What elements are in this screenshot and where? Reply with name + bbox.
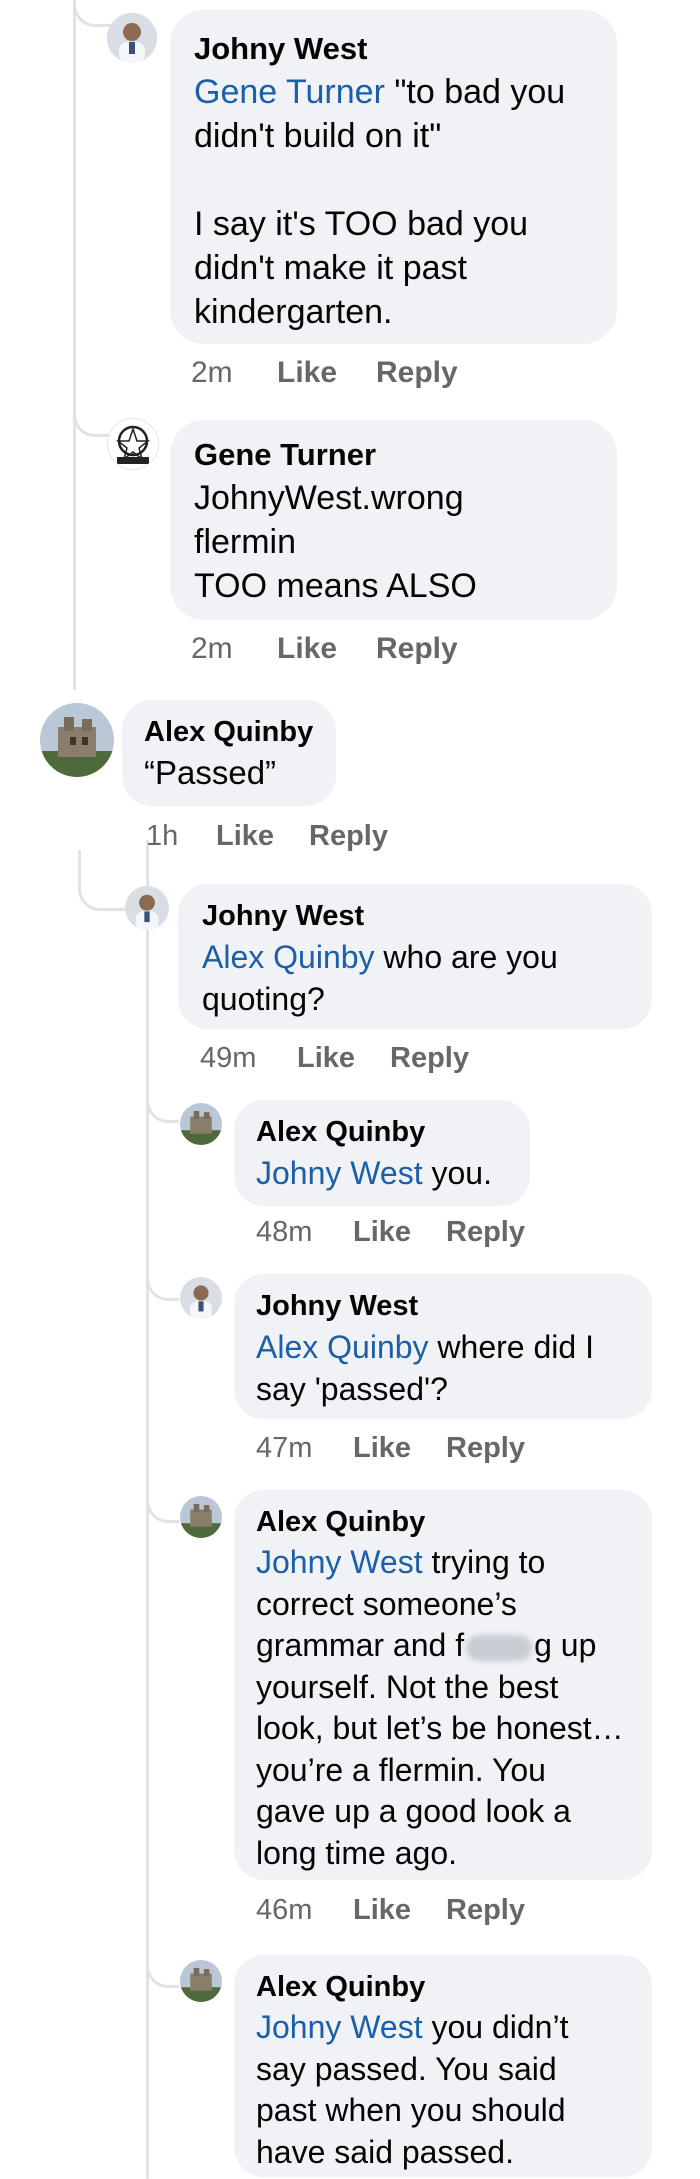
reply-button[interactable]: Reply [376, 356, 458, 390]
comment-line: grammar and fg up [256, 1627, 597, 1663]
reply-button[interactable]: Reply [446, 1894, 525, 1927]
comment-line: say 'passed'? [256, 1371, 448, 1407]
thread-elbow [146, 1090, 179, 1123]
reply-button[interactable]: Reply [446, 1432, 525, 1465]
comment-line: Gene Turner "to bad you [194, 73, 566, 111]
comment-bubble: Johny West Alex Quinby where did I say '… [234, 1274, 652, 1419]
comment-time[interactable]: 49m [200, 1042, 297, 1075]
comment-line: Alex Quinby who are you [202, 939, 558, 975]
avatar[interactable] [107, 13, 157, 63]
comment-time[interactable]: 46m [256, 1894, 353, 1927]
reply-button[interactable]: Reply [446, 1216, 525, 1249]
comment-bubble: Alex Quinby Johny West trying to correct… [234, 1490, 652, 1880]
comment-time[interactable]: 2m [191, 356, 277, 390]
reply-button[interactable]: Reply [376, 632, 458, 666]
avatar[interactable] [125, 886, 169, 930]
like-button[interactable]: Like [353, 1432, 446, 1465]
reply-button[interactable]: Reply [309, 820, 388, 853]
avatar[interactable] [180, 1277, 222, 1319]
like-button[interactable]: Like [277, 632, 376, 666]
comment-actions: 48m Like Reply [256, 1216, 525, 1249]
comment-actions: 47m Like Reply [256, 1432, 525, 1465]
comment-line: Johny West you didn’t [256, 2009, 569, 2045]
avatar[interactable] [107, 418, 159, 470]
like-button[interactable]: Like [353, 1216, 446, 1249]
comment-author[interactable]: Alex Quinby [144, 712, 314, 752]
comment-author[interactable]: Johny West [202, 896, 628, 936]
comment-line: I say it's TOO bad you [194, 205, 529, 243]
comment-actions: 46m Like Reply [256, 1894, 525, 1927]
like-button[interactable]: Like [353, 1894, 446, 1927]
mention-link[interactable]: Johny West [256, 2009, 423, 2045]
comment-bubble: Alex Quinby Johny West you didn’t say pa… [234, 1955, 652, 2177]
like-button[interactable]: Like [277, 356, 376, 390]
comment-line: flermin [194, 523, 297, 561]
mention-link[interactable]: Alex Quinby [256, 1329, 429, 1365]
thread-elbow [78, 850, 125, 911]
comment-line: correct someone’s [256, 1585, 517, 1622]
comment-author[interactable]: Johny West [194, 28, 593, 70]
comment-actions: 2m Like Reply [191, 632, 458, 666]
comment-blank-line [194, 158, 593, 202]
comment-line: TOO means ALSO [194, 567, 477, 605]
comment-time[interactable]: 48m [256, 1216, 353, 1249]
comment-author[interactable]: Johny West [256, 1286, 630, 1326]
thread-line-top [73, 0, 76, 690]
comment-time[interactable]: 2m [191, 632, 277, 666]
comment-bubble: Alex Quinby Johny West you. [234, 1100, 530, 1206]
comment-author[interactable]: Alex Quinby [256, 1502, 630, 1542]
censored-text-blur [466, 1634, 533, 1661]
comment-line: “Passed” [144, 754, 277, 791]
mention-link[interactable]: Johny West [256, 1155, 423, 1191]
comment-bubble: Johny West Gene Turner "to bad you didn'… [170, 10, 617, 344]
mention-link[interactable]: Johny West [256, 1544, 423, 1580]
comment-author[interactable]: Gene Turner [194, 434, 593, 476]
comment-time[interactable]: 47m [256, 1432, 353, 1465]
reply-button[interactable]: Reply [390, 1042, 469, 1075]
thread-elbow [73, 0, 114, 27]
mention-link[interactable]: Gene Turner [194, 73, 385, 111]
avatar[interactable] [180, 1960, 222, 2002]
comment-line: quoting? [202, 981, 325, 1017]
comment-line: say passed. You said [256, 2050, 557, 2087]
comment-line: kindergarten. [194, 293, 393, 331]
comment-line: have said passed. [256, 2133, 514, 2170]
like-button[interactable]: Like [297, 1042, 390, 1075]
comment-line: didn't make it past [194, 249, 467, 287]
like-button[interactable]: Like [216, 820, 309, 853]
comment-line: Johny West trying to [256, 1544, 546, 1580]
comment-line: past when you should [256, 2092, 566, 2128]
comment-line: long time ago. [256, 1834, 458, 1871]
comment-actions: 49m Like Reply [200, 1042, 469, 1075]
comment-line: yourself. Not the best [256, 1668, 559, 1705]
comment-line: gave up a good look a [256, 1793, 571, 1829]
comment-author[interactable]: Alex Quinby [256, 1967, 630, 2007]
comment-bubble: Johny West Alex Quinby who are you quoti… [178, 884, 652, 1029]
comment-bubble: Gene Turner JohnyWest.wrong flermin TOO … [170, 420, 617, 620]
thread-elbow [146, 1490, 179, 1523]
comment-line: look, but let’s be honest… [256, 1710, 624, 1746]
comment-line: you’re a flermin. You [256, 1751, 546, 1788]
mention-link[interactable]: Alex Quinby [202, 939, 375, 975]
comment-actions: 2m Like Reply [191, 356, 458, 390]
comment-bubble: Alex Quinby “Passed” [122, 700, 336, 806]
comment-line: JohnyWest.wrong [194, 479, 464, 517]
avatar[interactable] [180, 1496, 222, 1538]
comment-line: Johny West you. [256, 1155, 492, 1191]
comment-actions: 1h Like Reply [146, 820, 388, 853]
thread-elbow [146, 1955, 179, 1988]
comment-line: Alex Quinby where did I [256, 1329, 594, 1365]
thread-elbow [146, 1268, 179, 1301]
avatar[interactable] [40, 703, 114, 777]
avatar[interactable] [180, 1103, 222, 1145]
thread-elbow [73, 400, 114, 437]
comment-line: didn't build on it" [194, 117, 442, 155]
comment-author[interactable]: Alex Quinby [256, 1112, 508, 1152]
comment-time[interactable]: 1h [146, 820, 216, 853]
